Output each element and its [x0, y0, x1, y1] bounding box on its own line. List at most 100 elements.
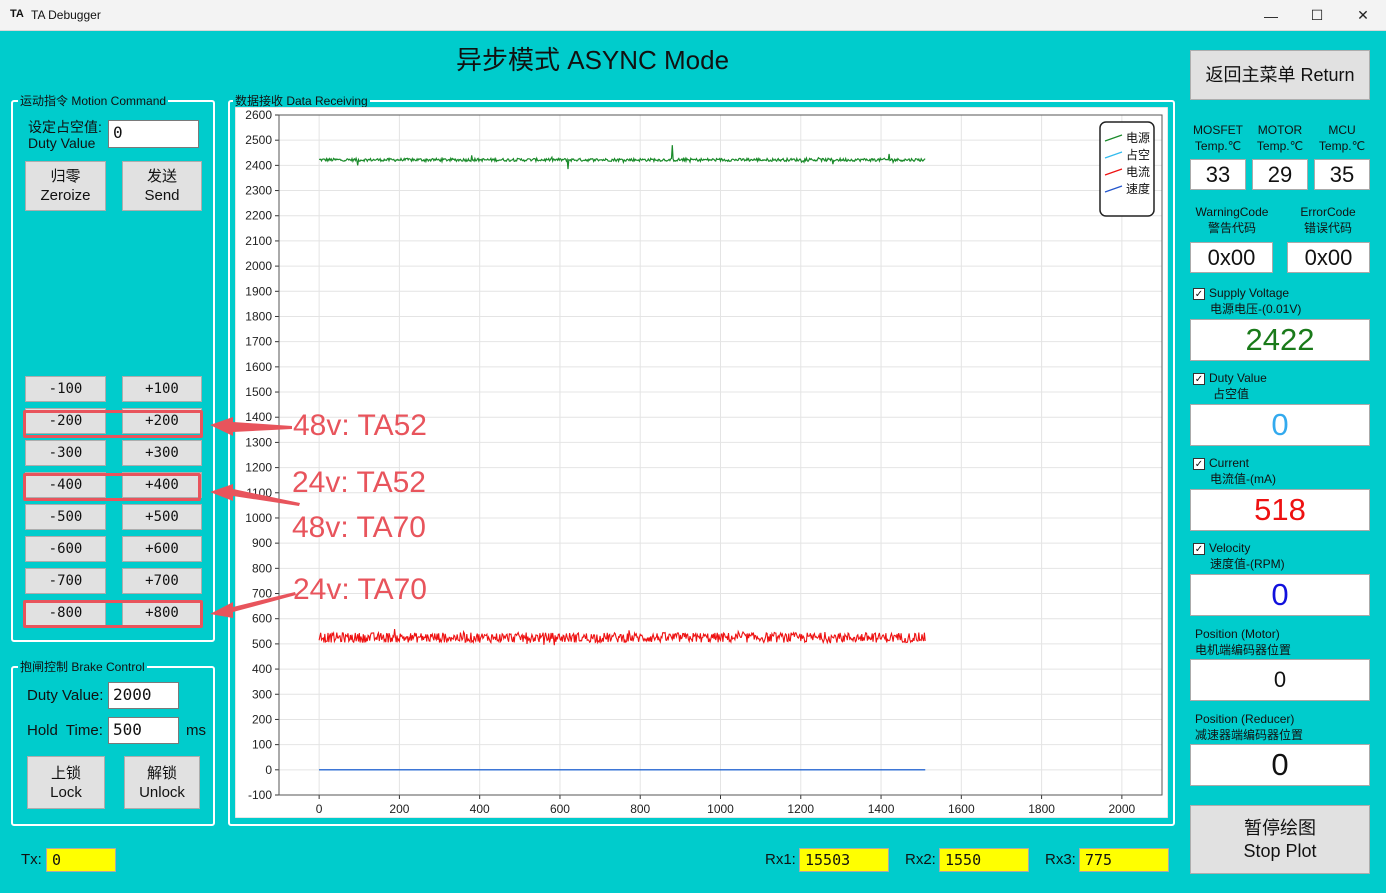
velocity-label-2: 速度值-(RPM)	[1210, 557, 1285, 571]
y-tick-label: -100	[248, 788, 272, 802]
zeroize-cn: 归零	[50, 168, 81, 185]
step-minus-button[interactable]: -600	[25, 536, 106, 562]
arrow-800	[210, 592, 296, 618]
x-tick-label: 0	[316, 802, 323, 816]
highlight-box-800	[23, 600, 203, 628]
chart-background	[235, 107, 1168, 818]
send-en: Send	[144, 187, 180, 204]
x-tick-label: 400	[470, 802, 490, 816]
annotation-24v-ta70: 24v: TA70	[293, 573, 427, 606]
brake-control-label: 抱闸控制 Brake Control	[18, 658, 147, 675]
step-plus-button[interactable]: +700	[122, 568, 202, 594]
supply-voltage-label: ✓ Supply Voltage 电源电压-(0.01V)	[1193, 285, 1301, 317]
stop-plot-en: Stop Plot	[1243, 840, 1317, 861]
current-label-1: Current	[1209, 456, 1250, 470]
motion-command-label: 运动指令 Motion Command	[18, 92, 169, 109]
velocity-label: ✓ Velocity 速度值-(RPM)	[1193, 540, 1285, 572]
step-plus-button[interactable]: +300	[122, 440, 202, 466]
duty-status-label-2: 占空值	[1213, 387, 1250, 401]
hold-time-unit: ms	[186, 722, 206, 739]
duty-label-en: Duty Value	[28, 135, 96, 151]
maximize-icon[interactable]: ☐	[1294, 0, 1340, 31]
warning-label-2: 警告代码	[1207, 221, 1256, 235]
annotation-48v-ta52: 48v: TA52	[293, 409, 427, 442]
y-tick-label: 2500	[245, 133, 272, 147]
brake-duty-input[interactable]: 2000	[108, 682, 179, 709]
supply-label-1: Supply Voltage	[1209, 286, 1290, 300]
page-title: 异步模式 ASYNC Mode	[456, 45, 730, 75]
y-tick-label: 2400	[245, 158, 272, 172]
velocity-label-1: Velocity	[1209, 541, 1251, 555]
supply-voltage-value: 2422	[1190, 319, 1370, 361]
error-code-label: ErrorCode 错误代码	[1282, 204, 1374, 236]
lock-en: Lock	[50, 783, 82, 801]
y-tick-label: 1500	[245, 385, 272, 399]
position-reducer-value: 0	[1190, 744, 1370, 786]
error-label-2: 错误代码	[1303, 221, 1352, 235]
y-tick-label: 500	[252, 637, 272, 651]
mcu-label-1: MCU	[1328, 123, 1356, 137]
current-checkbox[interactable]: ✓	[1193, 457, 1205, 470]
app-logo: TA	[10, 8, 24, 20]
error-code-value: 0x00	[1287, 242, 1370, 273]
close-icon[interactable]: ✕	[1340, 0, 1386, 31]
hold-time-input[interactable]: 500	[108, 717, 179, 744]
return-button[interactable]: 返回主菜单 Return	[1190, 50, 1370, 100]
step-plus-button[interactable]: +100	[122, 376, 202, 402]
lock-cn: 上锁	[50, 764, 81, 782]
current-label: ✓ Current 电流值-(mA)	[1193, 455, 1276, 487]
arrow-400	[210, 484, 300, 506]
lock-button[interactable]: 上锁 Lock	[27, 756, 105, 809]
minimize-icon[interactable]: —	[1248, 0, 1294, 31]
zeroize-button[interactable]: 归零 Zeroize	[25, 161, 106, 211]
tx-value: 0	[46, 848, 116, 872]
window-title: TA Debugger	[31, 8, 101, 22]
posr-label-1: Position (Reducer)	[1195, 712, 1295, 726]
y-tick-label: 2000	[245, 259, 272, 273]
y-tick-label: 100	[252, 738, 272, 752]
step-minus-button[interactable]: -700	[25, 568, 106, 594]
rx3-label: Rx3:	[1045, 851, 1076, 868]
send-cn: 发送	[146, 168, 177, 185]
current-value: 518	[1190, 489, 1370, 531]
x-tick-label: 1800	[1028, 802, 1055, 816]
hold-time-label: Hold Time:	[27, 722, 103, 739]
annotation-arrows	[210, 417, 300, 618]
stop-plot-button[interactable]: 暂停绘图 Stop Plot	[1190, 805, 1370, 874]
unlock-button[interactable]: 解锁 Unlock	[124, 756, 200, 809]
legend-label: 电源	[1126, 131, 1150, 145]
send-button[interactable]: 发送 Send	[122, 161, 202, 211]
warning-label-1: WarningCode	[1195, 205, 1269, 219]
supply-label-2: 电源电压-(0.01V)	[1210, 302, 1302, 316]
motor-label-1: MOTOR	[1257, 123, 1303, 137]
current-label-2: 电流值-(mA)	[1210, 472, 1276, 486]
y-tick-label: 200	[252, 712, 272, 726]
legend-label: 速度	[1126, 181, 1150, 196]
position-motor-value: 0	[1190, 659, 1370, 701]
step-minus-button[interactable]: -500	[25, 504, 106, 530]
step-plus-button[interactable]: +500	[122, 504, 202, 530]
warning-code-label: WarningCode 警告代码	[1186, 204, 1278, 236]
motor-temp-value: 29	[1252, 159, 1308, 190]
duty-status-label-1: Duty Value	[1209, 371, 1267, 385]
x-tick-label: 1000	[707, 802, 734, 816]
step-minus-button[interactable]: -100	[25, 376, 106, 402]
motor-temp-label: MOTOR Temp.℃	[1252, 122, 1308, 154]
stop-plot-cn: 暂停绘图	[1244, 817, 1316, 838]
duty-checkbox[interactable]: ✓	[1193, 372, 1205, 385]
annotation-24v-ta52: 24v: TA52	[292, 466, 426, 499]
duty-value-input[interactable]: 0	[108, 120, 199, 148]
rx2-value: 1550	[939, 848, 1029, 872]
posm-label-2: 电机端编码器位置	[1195, 643, 1292, 657]
step-plus-button[interactable]: +600	[122, 536, 202, 562]
motor-label-2: Temp.℃	[1256, 139, 1304, 153]
rx1-value: 15503	[799, 848, 889, 872]
y-tick-label: 1800	[245, 309, 272, 323]
y-tick-label: 1700	[245, 335, 272, 349]
velocity-checkbox[interactable]: ✓	[1193, 542, 1205, 555]
step-minus-button[interactable]: -300	[25, 440, 106, 466]
zeroize-en: Zeroize	[40, 187, 91, 204]
supply-checkbox[interactable]: ✓	[1193, 287, 1205, 300]
duty-status-value: 0	[1190, 404, 1370, 446]
tx-label: Tx:	[21, 851, 42, 868]
